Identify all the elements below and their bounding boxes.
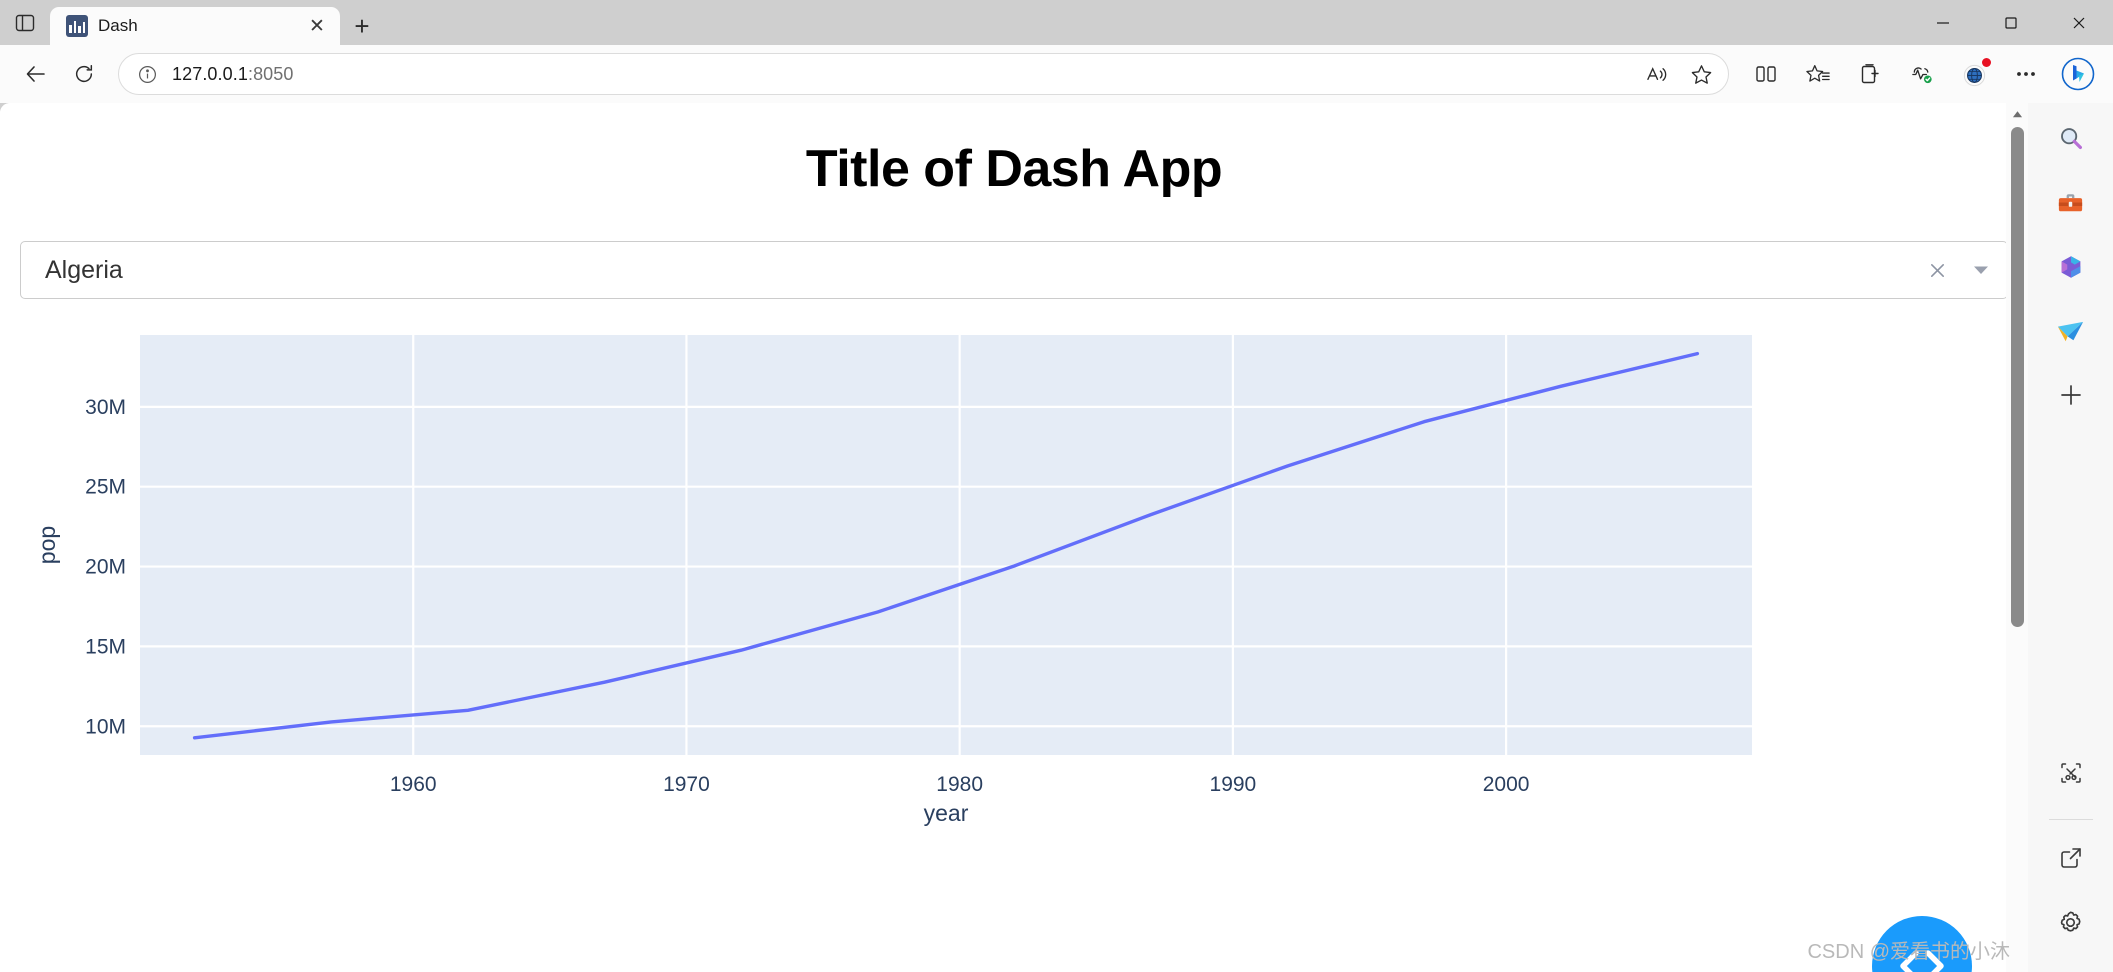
add-icon[interactable] [2047,371,2095,419]
outlook-icon[interactable] [2047,307,2095,355]
svg-text:30M: 30M [85,396,126,419]
tab-strip-icon[interactable] [0,0,50,45]
back-arrow-icon[interactable] [14,52,58,96]
svg-text:20M: 20M [85,556,126,579]
scrollbar-thumb[interactable] [2010,127,2024,627]
reload-icon[interactable] [62,52,106,96]
star-icon[interactable] [1680,56,1722,92]
new-tab-button[interactable]: + [340,7,384,45]
page-scrollbar[interactable] [2006,103,2028,972]
split-screen-icon[interactable] [1741,52,1791,96]
read-aloud-icon[interactable] [1636,56,1678,92]
svg-text:25M: 25M [85,476,126,499]
search-icon[interactable] [2047,115,2095,163]
x-axis-title: year [924,800,969,826]
browser-navigation-bar: 127.0.0.1:8050 [0,45,2113,103]
browser-title-bar: Dash ✕ + [0,0,2113,45]
scroll-up-icon[interactable] [2006,103,2028,125]
settings-gear-icon[interactable] [2047,898,2095,946]
svg-text:2000: 2000 [1483,773,1530,796]
svg-text:1980: 1980 [936,773,983,796]
address-bar[interactable]: 127.0.0.1:8050 [118,53,1729,95]
url-text: 127.0.0.1:8050 [172,63,294,84]
y-axis-title: pop [34,526,60,564]
close-icon[interactable]: ✕ [302,11,332,41]
info-icon[interactable] [137,64,158,85]
maximize-button[interactable] [1977,0,2045,45]
clear-icon[interactable] [1915,261,1959,280]
edge-sidebar-bottom [2047,749,2095,962]
close-window-button[interactable] [2045,0,2113,45]
svg-text:1990: 1990 [1210,773,1257,796]
open-external-icon[interactable] [2047,834,2095,882]
window-controls [1909,0,2113,45]
svg-text:10M: 10M [85,715,126,738]
chevron-down-icon[interactable] [1959,260,2003,280]
extensions-globe-icon[interactable] [1949,52,1999,96]
x-axis-tick-labels: 1960 1970 1980 1990 2000 [390,773,1530,796]
svg-text:1960: 1960 [390,773,437,796]
browser-essentials-icon[interactable] [1897,52,1947,96]
svg-text:1970: 1970 [663,773,710,796]
edge-sidebar [2028,103,2113,972]
settings-more-icon[interactable] [2001,52,2051,96]
page-viewport: Title of Dash App Algeria 10M 15M 20M 25… [0,103,2028,972]
copilot-bing-icon[interactable] [2053,52,2103,96]
toolbox-icon[interactable] [2047,179,2095,227]
sidebar-divider [2048,819,2093,820]
notification-badge [1982,58,1991,67]
office-icon[interactable] [2047,243,2095,291]
svg-text:15M: 15M [85,635,126,658]
country-dropdown[interactable]: Algeria [20,241,2008,299]
browser-tab[interactable]: Dash ✕ [50,7,340,45]
page-title: Title of Dash App [805,140,1223,198]
tab-title: Dash [98,16,138,35]
minimize-button[interactable] [1909,0,1977,45]
dropdown-selected-value: Algeria [45,255,123,284]
chart-svg: 10M 15M 20M 25M 30M 1960 1970 1980 1990 2000 yea… [34,335,1752,826]
favorites-icon[interactable] [1793,52,1843,96]
y-axis-tick-labels: 10M 15M 20M 25M 30M [85,396,126,738]
dash-app-page: Title of Dash App Algeria 10M 15M 20M 25… [0,103,2028,972]
bar-chart-favicon [66,15,88,37]
browser-workspace: Title of Dash App Algeria 10M 15M 20M 25… [0,103,2113,972]
population-line-chart[interactable]: 10M 15M 20M 25M 30M 1960 1970 1980 1990 2000 yea… [0,325,1990,865]
browser-toolbar-actions [1741,52,2103,96]
collections-icon[interactable] [1845,52,1895,96]
screenshot-icon[interactable] [2047,749,2095,797]
watermark-text: CSDN @爱看书的小沐 [1807,941,2010,963]
